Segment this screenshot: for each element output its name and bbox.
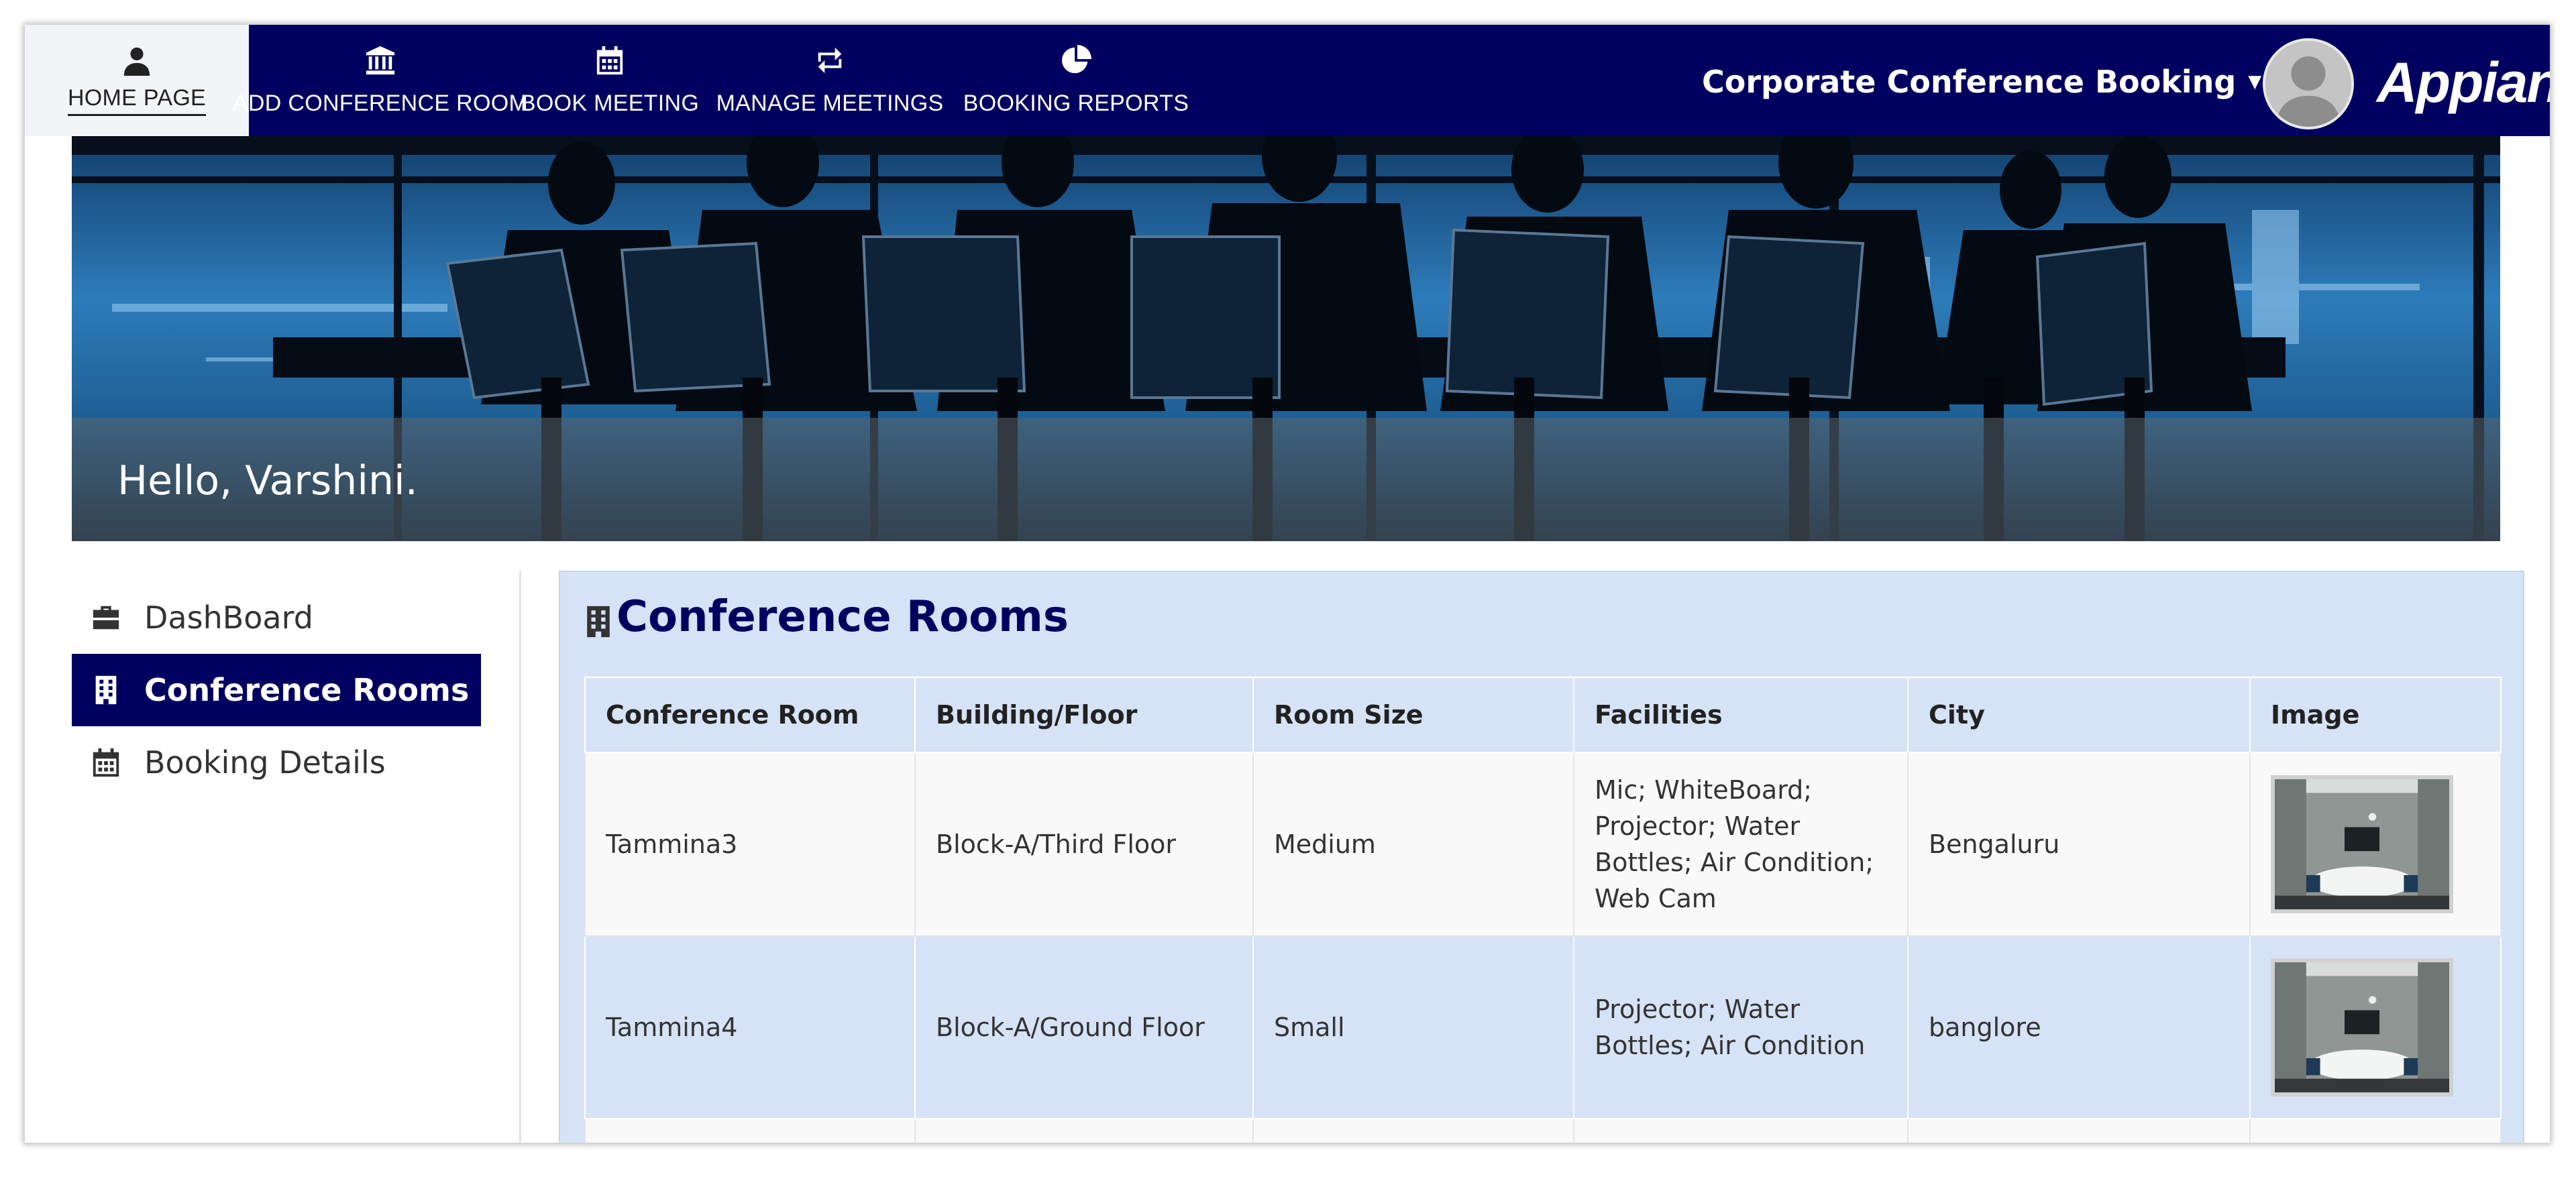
app-window: HOME PAGE ADD CONFERENCE ROOM BOOK MEETI… [25, 25, 2550, 1143]
table-row [584, 1118, 2502, 1143]
cell-empty [1573, 1118, 1909, 1143]
cell-city: banglore [1907, 935, 2251, 1119]
cell-city: Bengaluru [1907, 752, 2251, 937]
caret-down-icon: ▼ [2248, 72, 2262, 92]
top-navbar: HOME PAGE ADD CONFERENCE ROOM BOOK MEETI… [25, 25, 2550, 136]
brand-logo: Appian [2377, 51, 2550, 114]
cell-empty [2249, 1118, 2502, 1143]
cell-image [2249, 752, 2502, 937]
conference-rooms-panel: Conference Rooms Conference Room Buildin… [559, 571, 2524, 1143]
cell-building-floor: Block-A/Third Floor [914, 752, 1254, 937]
column-header[interactable]: Building/Floor [914, 677, 1254, 753]
tab-label: HOME PAGE [67, 85, 207, 116]
sidebar-item-booking-details[interactable]: Booking Details [72, 726, 481, 799]
hero-banner: Hello, Varshini. [72, 136, 2500, 541]
building-icon [95, 675, 117, 705]
sidebar-item-conference-rooms[interactable]: Conference Rooms [72, 654, 481, 726]
tab-label: BOOKING REPORTS [963, 90, 1189, 116]
page-title-text: Conference Rooms [616, 592, 1069, 642]
column-header[interactable]: City [1907, 677, 2251, 753]
tab-booking-reports[interactable]: BOOKING REPORTS [952, 25, 1200, 136]
table-row: Tammina3 Block-A/Third Floor Medium Mic;… [584, 752, 2502, 937]
column-header[interactable]: Facilities [1573, 677, 1909, 753]
sidebar-item-label: DashBoard [144, 600, 313, 636]
tab-label: BOOK MEETING [520, 90, 700, 116]
banner-overlay [72, 418, 2500, 541]
tab-label: ADD CONFERENCE ROOM [232, 90, 529, 116]
site-title-dropdown[interactable]: Corporate Conference Booking ▼ [1702, 58, 2261, 105]
cell-conference-room: Tammina4 [584, 935, 916, 1119]
tab-add-conference-room[interactable]: ADD CONFERENCE ROOM [233, 25, 528, 136]
sidebar-item-label: Booking Details [144, 744, 386, 781]
conference-rooms-table: Conference Room Building/Floor Room Size… [584, 677, 2502, 1143]
calendar-icon [594, 45, 625, 91]
cell-facilities: Projector; Water Bottles; Air Condition [1573, 935, 1909, 1119]
tab-manage-meetings[interactable]: MANAGE MEETINGS [708, 25, 952, 136]
tab-home-page[interactable]: HOME PAGE [25, 25, 249, 136]
building-icon [587, 606, 610, 638]
cell-room-size: Small [1252, 935, 1574, 1119]
column-header[interactable]: Conference Room [584, 677, 916, 753]
tab-label: MANAGE MEETINGS [716, 90, 944, 116]
conference-room-photo [2275, 962, 2449, 1092]
pie-chart-icon [1061, 44, 1091, 91]
room-thumbnail[interactable] [2271, 775, 2453, 913]
column-header: Image [2249, 677, 2502, 753]
sidebar-item-label: Conference Rooms [144, 672, 470, 708]
cell-empty [1252, 1118, 1574, 1143]
greeting-text: Hello, Varshini. [117, 457, 418, 504]
user-icon [121, 45, 152, 85]
sidebar-item-dashboard[interactable]: DashBoard [72, 581, 481, 654]
cell-facilities: Mic; WhiteBoard; Projector; Water Bottle… [1573, 752, 1909, 937]
table-header-row: Conference Room Building/Floor Room Size… [584, 677, 2502, 753]
sidebar: DashBoard Conference Rooms Booking Detai… [72, 581, 481, 799]
cell-empty [914, 1118, 1254, 1143]
bank-icon [365, 45, 396, 91]
tab-book-meeting[interactable]: BOOK MEETING [512, 25, 708, 136]
cell-image [2249, 935, 2502, 1119]
sidebar-divider [519, 571, 521, 1143]
cell-room-size: Medium [1252, 752, 1574, 937]
retweet-icon [814, 45, 845, 91]
table-row: Tammina4 Block-A/Ground Floor Small Proj… [584, 935, 2502, 1119]
site-title: Corporate Conference Booking [1702, 64, 2237, 100]
cell-empty [1907, 1118, 2251, 1143]
cell-building-floor: Block-A/Ground Floor [914, 935, 1254, 1119]
column-header[interactable]: Room Size [1252, 677, 1574, 753]
calendar-icon [93, 748, 119, 777]
cell-empty [584, 1118, 916, 1143]
page-title: Conference Rooms [584, 592, 1069, 642]
cell-conference-room: Tammina3 [584, 752, 916, 937]
room-thumbnail[interactable] [2271, 958, 2453, 1096]
conference-room-photo [2275, 779, 2449, 909]
avatar[interactable] [2263, 38, 2354, 129]
user-avatar-icon [2265, 41, 2351, 127]
briefcase-icon [93, 606, 119, 630]
